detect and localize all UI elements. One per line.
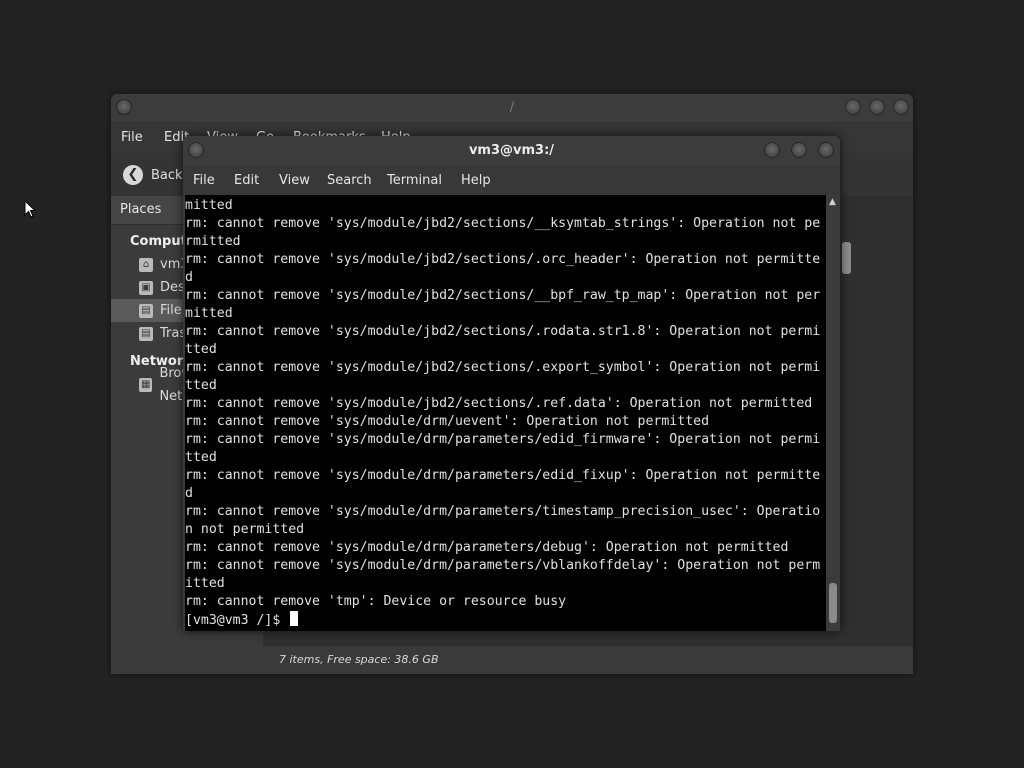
mouse-pointer-icon xyxy=(24,200,36,218)
home-icon: ⌂ xyxy=(139,257,153,272)
status-bar: 7 items, Free space: 38.6 GB xyxy=(263,645,913,674)
terminal-line: rm: cannot remove 'sys/module/drm/parame… xyxy=(185,504,821,519)
scroll-up-arrow-icon[interactable]: ▲ xyxy=(829,197,836,207)
minimize-button[interactable] xyxy=(845,99,861,115)
term-menu-help[interactable]: Help xyxy=(461,173,491,188)
terminal-line: mitted xyxy=(185,198,233,213)
term-menu-edit[interactable]: Edit xyxy=(234,173,259,188)
term-menu-view[interactable]: View xyxy=(279,173,310,188)
terminal-prompt-line[interactable]: [vm3@vm3 /]$ xyxy=(185,611,826,629)
terminal-menubar: File Edit View Search Terminal Help xyxy=(183,166,840,195)
terminal-line: tted xyxy=(185,450,217,465)
terminal-prompt: [vm3@vm3 /]$ xyxy=(185,613,289,628)
close-button[interactable] xyxy=(818,142,834,158)
terminal-line: rm: cannot remove 'sys/module/drm/parame… xyxy=(185,432,821,447)
back-button[interactable]: ❮ Back xyxy=(123,165,183,185)
terminal-line: rm: cannot remove 'tmp': Device or resou… xyxy=(185,594,567,609)
terminal-line: rm: cannot remove 'sys/module/jbd2/secti… xyxy=(185,396,813,411)
maximize-button[interactable] xyxy=(869,99,885,115)
terminal-line: d xyxy=(185,270,193,285)
terminal-line: rm: cannot remove 'sys/module/jbd2/secti… xyxy=(185,360,821,375)
terminal-titlebar[interactable]: vm3@vm3:/ xyxy=(183,136,840,166)
back-label: Back xyxy=(151,167,183,183)
terminal-line: tted xyxy=(185,378,217,393)
file-manager-title: / xyxy=(509,100,515,115)
terminal-line: rm: cannot remove 'sys/module/jbd2/secti… xyxy=(185,288,821,303)
term-menu-file[interactable]: File xyxy=(193,173,215,188)
terminal-line: itted xyxy=(185,576,225,591)
terminal-line: rm: cannot remove 'sys/module/drm/parame… xyxy=(185,540,789,555)
terminal-window: vm3@vm3:/ File Edit View Search Terminal… xyxy=(183,136,840,631)
terminal-line: rm: cannot remove 'sys/module/jbd2/secti… xyxy=(185,324,821,339)
drive-icon: ▤ xyxy=(139,303,153,318)
terminal-scrollbar[interactable]: ▲ xyxy=(826,195,840,631)
back-arrow-icon: ❮ xyxy=(123,165,143,185)
terminal-output[interactable]: mitted rm: cannot remove 'sys/module/jbd2… xyxy=(185,195,826,631)
terminal-line: d xyxy=(185,486,193,501)
terminal-line: rm: cannot remove 'sys/module/drm/parame… xyxy=(185,468,821,483)
terminal-line: rm: cannot remove 'sys/module/jbd2/secti… xyxy=(185,216,821,231)
file-manager-titlebar[interactable]: / xyxy=(111,94,913,123)
desktop-icon: ▣ xyxy=(139,280,153,295)
terminal-line: n not permitted xyxy=(185,522,305,537)
term-menu-search[interactable]: Search xyxy=(327,173,372,188)
maximize-button[interactable] xyxy=(791,142,807,158)
minimize-button[interactable] xyxy=(764,142,780,158)
text-cursor xyxy=(290,611,299,626)
terminal-title: vm3@vm3:/ xyxy=(468,143,555,158)
terminal-line: rm: cannot remove 'sys/module/drm/uevent… xyxy=(185,414,710,429)
terminal-line: mitted xyxy=(185,306,233,321)
close-button[interactable] xyxy=(893,99,909,115)
terminal-line: tted xyxy=(185,342,217,357)
terminal-line: rm: cannot remove 'sys/module/jbd2/secti… xyxy=(185,252,821,267)
terminal-lines: mitted rm: cannot remove 'sys/module/jbd2… xyxy=(185,197,826,629)
terminal-scroll-thumb[interactable] xyxy=(829,583,837,623)
fm-menu-file[interactable]: File xyxy=(121,130,143,145)
network-icon: ▦ xyxy=(139,377,153,392)
file-view-scrollbar[interactable] xyxy=(842,242,851,274)
terminal-line: rm: cannot remove 'sys/module/drm/parame… xyxy=(185,558,821,573)
terminal-line: rmitted xyxy=(185,234,241,249)
trash-icon: ▤ xyxy=(139,326,153,341)
term-menu-terminal[interactable]: Terminal xyxy=(387,173,442,188)
